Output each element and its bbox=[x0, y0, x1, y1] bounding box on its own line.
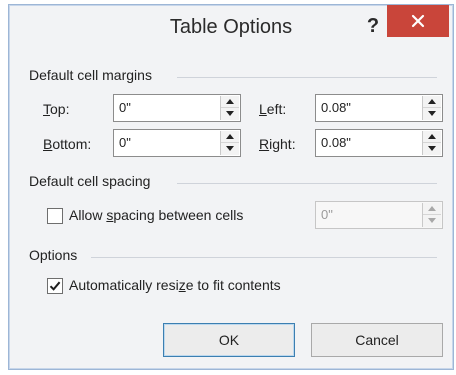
spin-up-icon bbox=[226, 99, 234, 104]
checkmark-icon bbox=[49, 281, 61, 291]
bottom-margin-arrows bbox=[220, 131, 239, 155]
bottom-margin-decrement[interactable] bbox=[221, 143, 239, 155]
right-label-accesskey: R bbox=[259, 136, 270, 152]
ok-button[interactable]: OK bbox=[163, 323, 295, 357]
auto-resize-label-post: e to fit contents bbox=[185, 277, 281, 293]
spacing-section-label: Default cell spacing bbox=[29, 173, 151, 189]
spin-up-icon bbox=[428, 206, 436, 211]
spin-down-icon bbox=[428, 218, 436, 223]
close-button[interactable] bbox=[387, 5, 449, 37]
cancel-button[interactable]: Cancel bbox=[311, 323, 443, 357]
auto-resize-checkbox[interactable] bbox=[47, 278, 63, 294]
top-label-accesskey: T bbox=[43, 101, 50, 117]
spin-up-icon bbox=[428, 99, 436, 104]
spin-down-icon bbox=[428, 111, 436, 116]
spacing-decrement bbox=[423, 215, 441, 227]
allow-spacing-label-post: pacing between cells bbox=[113, 207, 244, 223]
options-section-divider bbox=[91, 257, 437, 258]
left-margin-spinner[interactable]: 0.08" bbox=[315, 94, 443, 122]
bottom-label-text: ottom: bbox=[52, 136, 92, 152]
allow-spacing-label-pre: Allow bbox=[69, 207, 107, 223]
right-label: Right: bbox=[259, 136, 296, 152]
margins-section-label: Default cell margins bbox=[29, 67, 152, 83]
left-label: Left: bbox=[259, 101, 286, 117]
auto-resize-label-pre: Automatically resi bbox=[69, 277, 179, 293]
left-label-accesskey: L bbox=[259, 101, 267, 117]
spin-down-icon bbox=[226, 146, 234, 151]
right-label-text: ight: bbox=[269, 136, 296, 152]
top-margin-increment[interactable] bbox=[221, 96, 239, 108]
bottom-margin-spinner[interactable]: 0" bbox=[113, 129, 241, 157]
title-bar: Table Options ? bbox=[9, 5, 453, 53]
top-margin-value[interactable]: 0" bbox=[119, 100, 131, 115]
allow-spacing-checkbox[interactable] bbox=[47, 208, 63, 224]
right-margin-arrows bbox=[422, 131, 441, 155]
top-margin-spinner[interactable]: 0" bbox=[113, 94, 241, 122]
spacing-value: 0" bbox=[321, 207, 333, 222]
top-margin-decrement[interactable] bbox=[221, 108, 239, 120]
top-label-text: op: bbox=[50, 101, 70, 117]
left-margin-decrement[interactable] bbox=[423, 108, 441, 120]
spin-up-icon bbox=[428, 134, 436, 139]
spacing-arrows bbox=[422, 203, 441, 227]
spin-down-icon bbox=[226, 111, 234, 116]
top-label: Top: bbox=[43, 101, 69, 117]
help-button[interactable]: ? bbox=[361, 11, 385, 41]
spacing-spinner: 0" bbox=[315, 201, 443, 229]
margins-section-divider bbox=[177, 77, 437, 78]
auto-resize-label-accesskey: z bbox=[178, 277, 186, 293]
top-margin-arrows bbox=[220, 96, 239, 120]
right-margin-spinner[interactable]: 0.08" bbox=[315, 129, 443, 157]
bottom-label: Bottom: bbox=[43, 136, 91, 152]
bottom-margin-increment[interactable] bbox=[221, 131, 239, 143]
right-margin-decrement[interactable] bbox=[423, 143, 441, 155]
table-options-dialog: Table Options ? Default cell margins Top… bbox=[8, 4, 454, 370]
left-label-text: eft: bbox=[266, 101, 287, 117]
spacing-increment bbox=[423, 203, 441, 215]
left-margin-value[interactable]: 0.08" bbox=[321, 100, 351, 115]
spin-up-icon bbox=[226, 134, 234, 139]
bottom-margin-value[interactable]: 0" bbox=[119, 135, 131, 150]
spacing-section-divider bbox=[177, 183, 437, 184]
close-icon bbox=[411, 14, 425, 28]
allow-spacing-label[interactable]: Allow spacing between cells bbox=[69, 207, 243, 223]
options-section-label: Options bbox=[29, 247, 78, 263]
bottom-label-accesskey: B bbox=[43, 136, 53, 152]
spin-down-icon bbox=[428, 146, 436, 151]
right-margin-value[interactable]: 0.08" bbox=[321, 135, 351, 150]
right-margin-increment[interactable] bbox=[423, 131, 441, 143]
auto-resize-label[interactable]: Automatically resize to fit contents bbox=[69, 277, 281, 293]
left-margin-increment[interactable] bbox=[423, 96, 441, 108]
left-margin-arrows bbox=[422, 96, 441, 120]
